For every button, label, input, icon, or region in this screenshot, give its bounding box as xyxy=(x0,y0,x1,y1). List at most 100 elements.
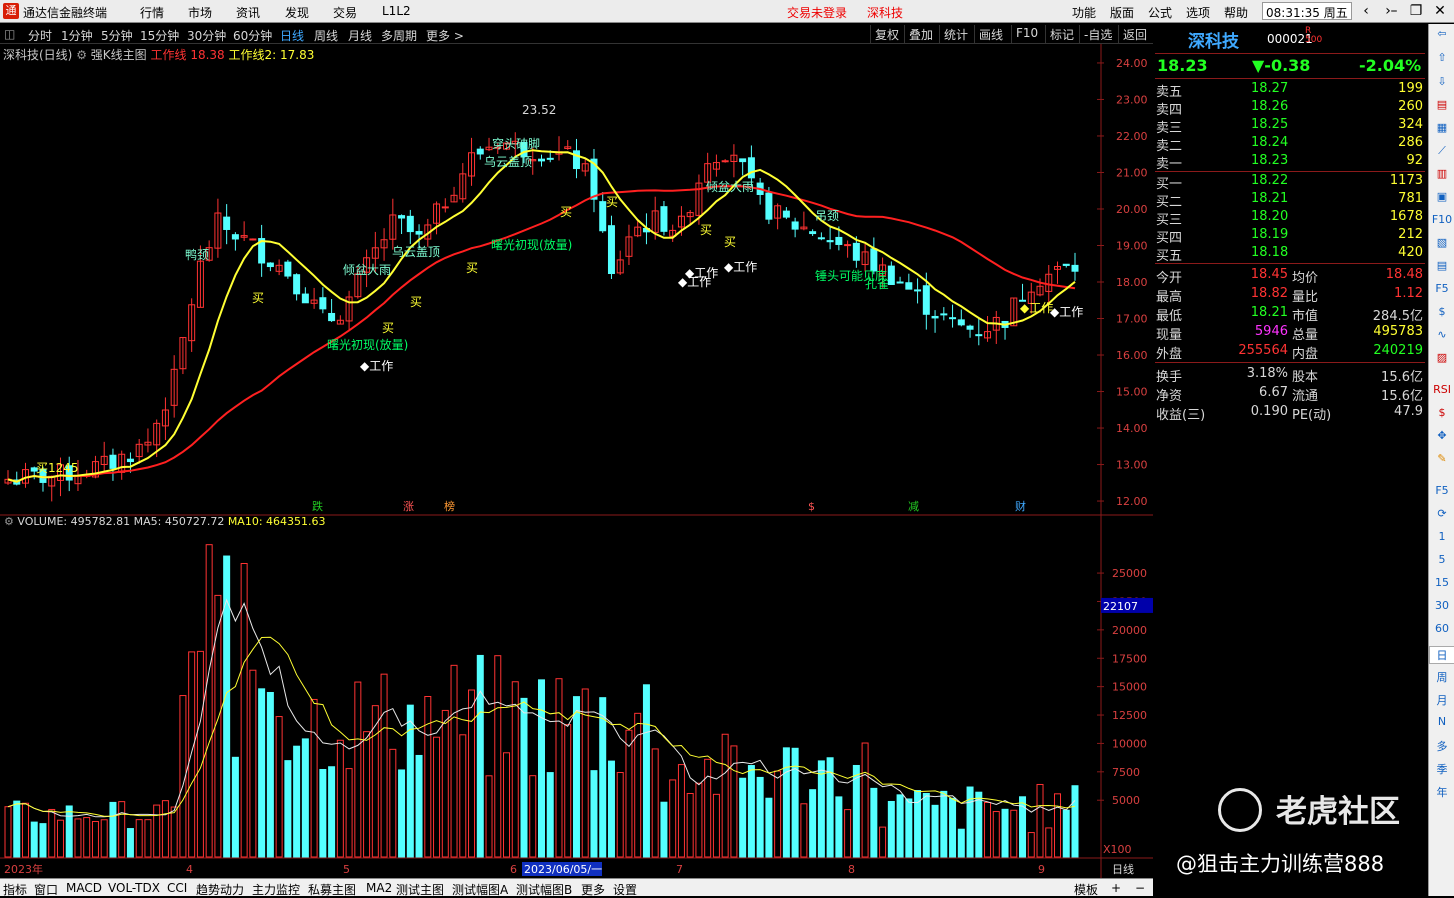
side-period-n[interactable]: N xyxy=(1429,715,1454,728)
list-icon[interactable]: ▤ xyxy=(1429,98,1454,111)
orderbook-row[interactable]: 买二 18.21 781 xyxy=(1155,190,1425,210)
tool-fuquan[interactable]: 复权 xyxy=(870,25,903,43)
period-30min[interactable]: 30分钟 xyxy=(187,27,226,44)
period-monthly[interactable]: 月线 xyxy=(348,27,372,44)
side-period-30[interactable]: 30 xyxy=(1429,599,1454,612)
tool-huaxian[interactable]: 画线 xyxy=(974,25,1007,43)
bottom-tab-zhuli[interactable]: 主力监控 xyxy=(252,881,300,898)
tool-diejia[interactable]: 叠加 xyxy=(904,25,937,43)
orderbook-row[interactable]: 买五 18.18 420 xyxy=(1155,244,1425,264)
menu-item-faxian[interactable]: 发现 xyxy=(285,4,309,21)
tool-biaoji[interactable]: 标记 xyxy=(1045,25,1078,43)
table-icon[interactable]: ▤ xyxy=(1429,259,1454,272)
side-period-week[interactable]: 周 xyxy=(1429,669,1454,685)
menu-item-hangqing[interactable]: 行情 xyxy=(140,4,164,21)
side-period-season[interactable]: 季 xyxy=(1429,761,1454,777)
bottom-tab-ceshi-a[interactable]: 测试幅图A xyxy=(452,881,508,898)
side-period-year[interactable]: 年 xyxy=(1429,784,1454,800)
orderbook-row[interactable]: 卖三 18.25 324 xyxy=(1155,116,1425,136)
period-fenshi[interactable]: 分时 xyxy=(28,27,52,44)
orderbook-row[interactable]: 卖二 18.24 286 xyxy=(1155,134,1425,154)
grid-icon[interactable]: ▦ xyxy=(1429,121,1454,134)
f5-button[interactable]: F5 xyxy=(1429,484,1454,497)
volume-tick-label: 10000 xyxy=(1112,737,1147,750)
tool-f10[interactable]: F10 xyxy=(1011,25,1042,43)
pen-icon[interactable]: ✎ xyxy=(1429,452,1454,465)
volume-bar xyxy=(590,770,598,858)
close-icon[interactable]: ✕ xyxy=(1429,1,1451,21)
bottom-tab-ceshi-b[interactable]: 测试幅图B xyxy=(516,881,572,898)
period-5min[interactable]: 5分钟 xyxy=(101,27,133,44)
line-chart-icon[interactable]: ⟋ xyxy=(1429,144,1454,158)
bottom-tab-ma2[interactable]: MA2 xyxy=(366,881,392,895)
down-arrow-icon[interactable]: ⇩ xyxy=(1429,75,1454,88)
f10-icon[interactable]: F10 xyxy=(1429,213,1454,226)
remove-button[interactable]: − xyxy=(1135,881,1145,895)
up-arrow-icon[interactable]: ⇧ xyxy=(1429,51,1454,64)
menu-item-gongneng[interactable]: 功能 xyxy=(1072,4,1096,21)
coin-icon[interactable]: $ xyxy=(1429,406,1454,419)
minimize-button[interactable]: – xyxy=(1383,1,1405,21)
rsi-label[interactable]: RSI xyxy=(1429,383,1454,396)
menu-item-xuanxiang[interactable]: 选项 xyxy=(1186,4,1210,21)
period-weekly[interactable]: 周线 xyxy=(314,27,338,44)
bottom-tab-macd[interactable]: MACD xyxy=(66,881,102,895)
move-icon[interactable]: ✥ xyxy=(1429,429,1454,442)
orderbook-row[interactable]: 买一 18.22 1173 xyxy=(1155,172,1425,192)
clock: 08:31:35 周五 xyxy=(1262,2,1352,20)
panel-toggle-icon[interactable]: ◫ xyxy=(4,27,15,41)
side-period-day[interactable]: 日 xyxy=(1429,646,1454,664)
period-more[interactable]: 更多 > xyxy=(426,27,464,44)
bottom-tab-zhibiao[interactable]: 指标 xyxy=(3,881,27,898)
back-icon[interactable]: ‹ xyxy=(1355,1,1377,21)
menu-item-l1l2[interactable]: L1L2 xyxy=(382,4,411,18)
menu-item-zixun[interactable]: 资讯 xyxy=(236,4,260,21)
f5-icon[interactable]: F5 xyxy=(1429,282,1454,295)
menu-item-banmian[interactable]: 版面 xyxy=(1110,4,1134,21)
macd-icon[interactable]: ∿ xyxy=(1429,328,1454,341)
orderbook-row[interactable]: 卖五 18.27 199 xyxy=(1155,80,1425,100)
bottom-tab-ceshi-main[interactable]: 测试主图 xyxy=(396,881,444,898)
bottom-tab-cci[interactable]: CCI xyxy=(167,881,187,895)
tool-fanhui[interactable]: 返回 xyxy=(1118,25,1151,43)
maximize-icon[interactable]: ❐ xyxy=(1405,1,1427,21)
refresh-icon[interactable]: ⟳ xyxy=(1429,507,1454,520)
bottom-tab-settings[interactable]: 设置 xyxy=(613,881,637,898)
orderbook-row[interactable]: 卖四 18.26 260 xyxy=(1155,98,1425,118)
period-1min[interactable]: 1分钟 xyxy=(61,27,93,44)
menu-item-bangzhu[interactable]: 帮助 xyxy=(1224,4,1248,21)
menu-item-shichang[interactable]: 市场 xyxy=(188,4,212,21)
bars-icon[interactable]: ▧ xyxy=(1429,236,1454,249)
menu-item-gongshi[interactable]: 公式 xyxy=(1148,4,1172,21)
side-period-multi[interactable]: 多 xyxy=(1429,738,1454,754)
side-period-5[interactable]: 5 xyxy=(1429,553,1454,566)
period-15min[interactable]: 15分钟 xyxy=(140,27,179,44)
add-button[interactable]: + xyxy=(1111,881,1121,895)
bottom-tab-more[interactable]: 更多 xyxy=(581,881,605,898)
period-multi[interactable]: 多周期 xyxy=(381,27,417,44)
kline-icon[interactable]: ▥ xyxy=(1429,167,1454,180)
orderbook-row[interactable]: 卖一 18.23 92 xyxy=(1155,152,1425,172)
tool-zixuan[interactable]: -自选 xyxy=(1079,25,1116,43)
window-icon[interactable]: ▣ xyxy=(1429,190,1454,203)
bottom-tab-chuangkou[interactable]: 窗口 xyxy=(34,881,58,898)
template-button[interactable]: 模板 xyxy=(1074,881,1098,898)
bottom-tab-vol[interactable]: VOL-TDX xyxy=(108,881,160,895)
orderbook-row[interactable]: 买四 18.19 212 xyxy=(1155,226,1425,246)
rsi-icon[interactable]: ▨ xyxy=(1429,351,1454,364)
kline-chart[interactable]: 24.00 23.00 22.00 21.00 20.00 19.00 18.00 17.00… xyxy=(0,44,1153,878)
side-period-15[interactable]: 15 xyxy=(1429,576,1454,589)
side-period-month[interactable]: 月 xyxy=(1429,692,1454,708)
left-arrow-icon[interactable]: ⇦ xyxy=(1429,27,1454,40)
bottom-tab-simu[interactable]: 私募主图 xyxy=(308,881,356,898)
period-daily[interactable]: 日线 xyxy=(280,27,304,44)
bottom-tab-qushi[interactable]: 趋势动力 xyxy=(196,881,244,898)
side-period-60[interactable]: 60 xyxy=(1429,622,1454,635)
login-status[interactable]: 交易未登录 xyxy=(787,4,847,21)
orderbook-row[interactable]: 买三 18.20 1678 xyxy=(1155,208,1425,228)
period-60min[interactable]: 60分钟 xyxy=(233,27,272,44)
dollar-icon[interactable]: $ xyxy=(1429,305,1454,318)
tool-tongji[interactable]: 统计 xyxy=(939,25,972,43)
menu-item-jiaoyi[interactable]: 交易 xyxy=(333,4,357,21)
side-period-1[interactable]: 1 xyxy=(1429,530,1454,543)
